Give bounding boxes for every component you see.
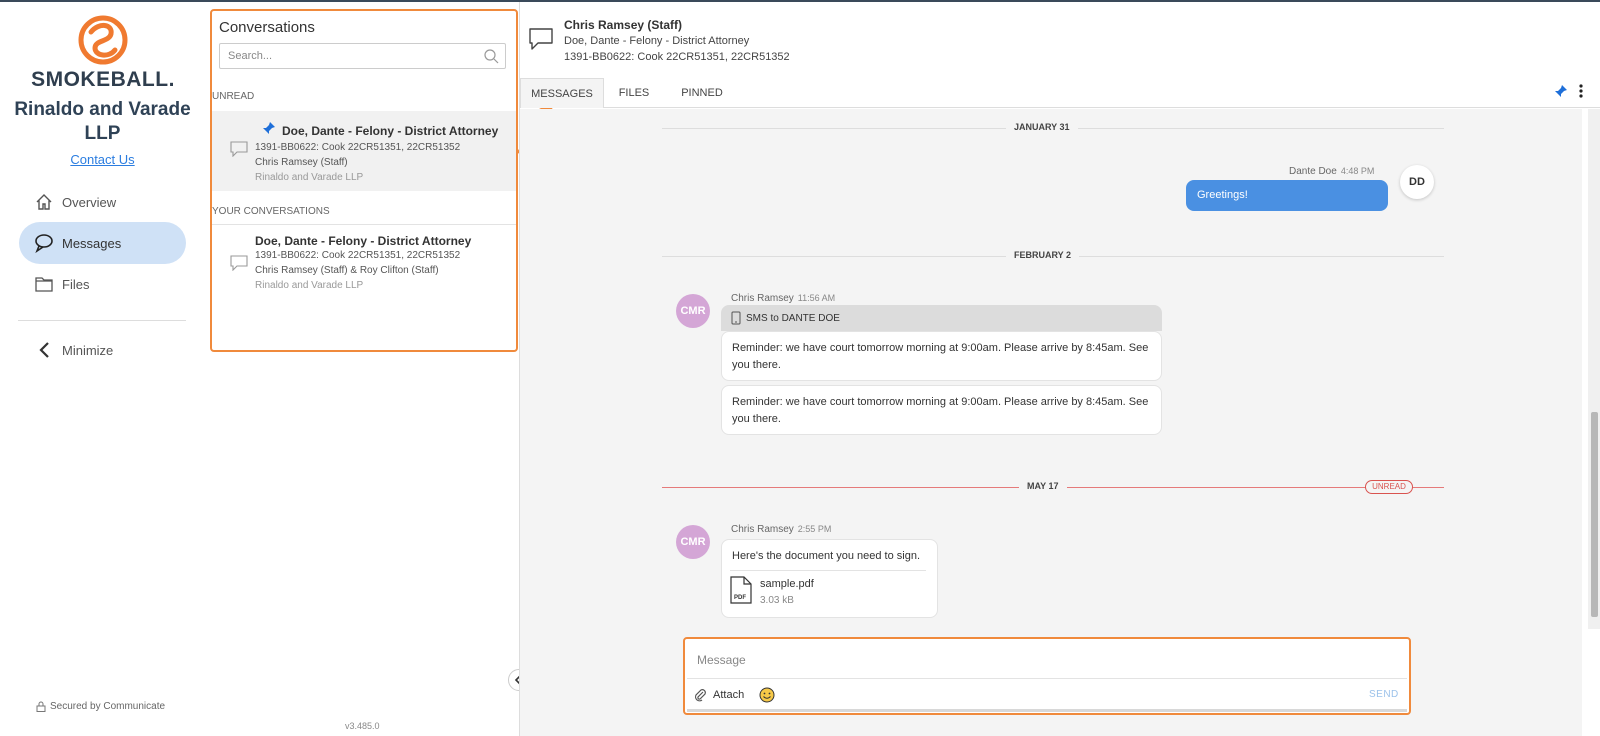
sms-header: SMS to DANTE DOE [721,305,1162,331]
date-label: FEBRUARY 2 [1006,250,1080,260]
conversations-panel: Conversations Search... UNREAD Doe, Dant… [210,9,518,352]
tab-files[interactable]: FILES [608,78,660,108]
left-nav: SMOKEBALL. Rinaldo and Varade LLP Contac… [0,2,205,736]
logo-text: SMOKEBALL. [31,68,175,91]
message-bubble-with-file: Here's the document you need to sign. PD… [721,539,938,618]
conversation-item[interactable]: Doe, Dante - Felony - District Attorney … [212,225,516,305]
home-icon [34,192,54,212]
secured-footer: Secured by Communicate [36,701,165,712]
sender-name: Chris Ramsey [731,524,794,535]
message-bubble: Reminder: we have court tomorrow morning… [721,385,1162,435]
firm-name: Rinaldo and Varade LLP [14,99,191,144]
date-label: JANUARY 31 [1006,122,1078,132]
chevron-left-icon [34,340,54,360]
pin-icon[interactable] [1554,84,1568,98]
chat-bubble-icon [529,28,553,50]
chat-icon [34,233,54,253]
tab-messages[interactable]: MESSAGES [520,78,604,108]
smokeball-logo-icon [78,15,128,65]
lock-icon [36,701,46,712]
search-icon [484,49,499,64]
message-text: Here's the document you need to sign. [732,550,920,562]
composer-bottom-bar [687,709,1407,712]
sender-name: Dante Doe [1289,166,1337,177]
search-placeholder: Search... [228,50,273,62]
avatar: CMR [676,294,710,328]
conversation-item[interactable]: Doe, Dante - Felony - District Attorney … [212,111,516,191]
paperclip-icon [694,689,706,702]
chat-bubble-icon [230,141,248,157]
nav-item-files[interactable]: Files [19,263,186,305]
tab-pinned[interactable]: PINNED [668,78,736,108]
message-bubble: Reminder: we have court tomorrow morning… [721,331,1162,381]
conversation-case: 1391-BB0622: Cook 22CR51351, 22CR51352 [255,142,461,153]
search-input[interactable]: Search... [219,43,506,69]
message-area: Chris Ramsey (Staff) Doe, Dante - Felony… [519,2,1600,736]
message-time: 4:48 PM [1340,166,1375,176]
conversation-title: Doe, Dante - Felony - District Attorney [282,124,499,138]
conversation-case: 1391-BB0622: Cook 22CR51351, 22CR51352 [255,250,461,261]
file-divider [730,570,926,571]
conversation-people: Chris Ramsey (Staff) & Roy Clifton (Staf… [255,265,439,276]
message-placeholder: Message [697,653,746,667]
file-name[interactable]: sample.pdf [760,576,814,593]
brand-logo: SMOKEBALL. [28,14,178,92]
chat-bubble-icon [230,255,248,271]
more-options-icon[interactable] [1578,83,1584,99]
message-meta: Chris Ramsey 11:56 AM [731,293,835,304]
nav-divider [18,320,186,321]
pdf-label: PDF [734,595,746,601]
sender-name: Chris Ramsey [731,293,794,304]
minimize-button[interactable]: Minimize [19,329,186,371]
feed-scrollbar[interactable] [1588,109,1600,629]
message-time: 11:56 AM [797,293,836,303]
file-size: 3.03 kB [760,595,794,606]
message-meta: Dante Doe 4:48 PM [1289,166,1374,177]
send-button[interactable]: SEND [1369,689,1399,700]
nav-item-messages[interactable]: Messages [19,222,186,264]
attach-button[interactable]: Attach [693,688,744,702]
conversation-firm: Rinaldo and Varade LLP [255,172,364,183]
nav-item-label: Messages [62,235,122,251]
conversation-header-case: 1391-BB0622: Cook 22CR51351, 22CR51352 [564,51,790,63]
tab-bar: MESSAGES FILES PINNED [520,78,1600,108]
phone-icon [731,311,741,325]
folder-icon [34,274,54,294]
sms-label: SMS to DANTE DOE [746,312,840,324]
attach-label: Attach [713,689,745,701]
message-input[interactable]: Message [687,641,1407,679]
conversations-title: Conversations [219,19,315,36]
message-composer: Message Attach SEND [683,637,1411,715]
conversation-people: Chris Ramsey (Staff) [255,157,348,168]
message-bubble-outgoing: Greetings! [1186,180,1388,211]
message-feed: JANUARY 31 Dante Doe 4:48 PM Greetings! D… [520,109,1582,736]
conversation-header-name: Chris Ramsey (Staff) [564,18,683,32]
date-label: MAY 17 [1019,481,1067,491]
version-label: v3.485.0 [345,721,380,731]
message-meta: Chris Ramsey 2:55 PM [731,524,831,535]
avatar: DD [1400,165,1434,199]
minimize-label: Minimize [62,342,114,358]
nav-item-label: Files [62,276,90,292]
message-time: 2:55 PM [797,524,832,534]
avatar: CMR [676,525,710,559]
unread-section-label: UNREAD [212,91,255,102]
pin-icon [263,122,275,134]
nav-item-overview[interactable]: Overview [19,181,186,223]
pdf-file-icon[interactable]: PDF [730,576,752,604]
nav-item-label: Overview [62,194,117,210]
your-conversations-label: YOUR CONVERSATIONS [212,206,330,217]
conversation-header-matter: Doe, Dante - Felony - District Attorney [564,35,750,47]
contact-us-link[interactable]: Contact Us [10,152,195,167]
conversation-title: Doe, Dante - Felony - District Attorney [255,234,472,248]
unread-badge: UNREAD [1365,480,1413,494]
scroll-thumb[interactable] [1591,412,1598,617]
emoji-icon[interactable] [759,687,775,703]
conversation-firm: Rinaldo and Varade LLP [255,280,364,291]
secured-label: Secured by Communicate [50,701,166,712]
